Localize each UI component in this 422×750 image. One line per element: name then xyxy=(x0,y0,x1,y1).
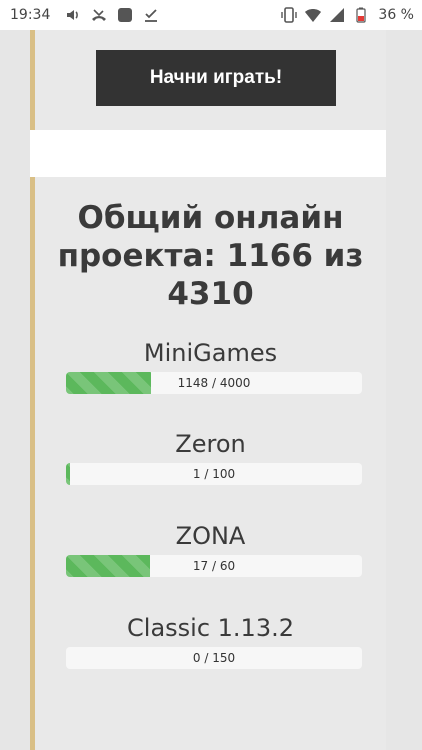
signal-icon xyxy=(328,6,346,24)
server-name: ZONA xyxy=(175,522,246,550)
play-card: Начни играть! xyxy=(30,30,386,130)
progress-label: 17 / 60 xyxy=(192,559,236,573)
server-zeron: Zeron 1 / 100 xyxy=(35,429,386,485)
section-divider xyxy=(30,130,386,177)
server-name: Zeron xyxy=(175,430,246,458)
online-progress-bar: 17 / 60 xyxy=(66,555,362,577)
page-margin-right xyxy=(386,30,422,750)
battery-percentage: 36 % xyxy=(378,7,414,23)
server-classic: Classic 1.13.2 0 / 150 xyxy=(35,613,386,669)
vibrate-icon xyxy=(280,6,298,24)
page-content: Начни играть! Общий онлайн проекта: 1166… xyxy=(30,30,386,750)
online-heading: Общий онлайн проекта: 1166 из 4310 xyxy=(57,200,364,312)
app-icon xyxy=(116,6,134,24)
server-minigames: MiniGames 1148 / 4000 xyxy=(35,338,386,394)
online-progress-bar: 0 / 150 xyxy=(66,647,362,669)
server-name: Classic 1.13.2 xyxy=(127,614,294,642)
volume-icon xyxy=(64,6,82,24)
online-card: Общий онлайн проекта: 1166 из 4310 MiniG… xyxy=(30,177,386,750)
progress-label: 0 / 150 xyxy=(192,651,236,665)
wifi-icon xyxy=(304,6,322,24)
server-zona: ZONA 17 / 60 xyxy=(35,521,386,577)
progress-label: 1148 / 4000 xyxy=(177,376,251,390)
online-progress-bar: 1148 / 4000 xyxy=(66,372,362,394)
battery-icon xyxy=(352,6,370,24)
page-margin-left xyxy=(0,30,30,750)
download-done-icon xyxy=(142,6,160,24)
start-playing-button[interactable]: Начни играть! xyxy=(96,50,336,106)
progress-label: 1 / 100 xyxy=(192,467,236,481)
missed-call-icon xyxy=(90,6,108,24)
server-name: MiniGames xyxy=(143,339,278,367)
status-bar: 19:34 36 % xyxy=(0,0,422,30)
online-progress-bar: 1 / 100 xyxy=(66,463,362,485)
status-time: 19:34 xyxy=(10,7,51,23)
